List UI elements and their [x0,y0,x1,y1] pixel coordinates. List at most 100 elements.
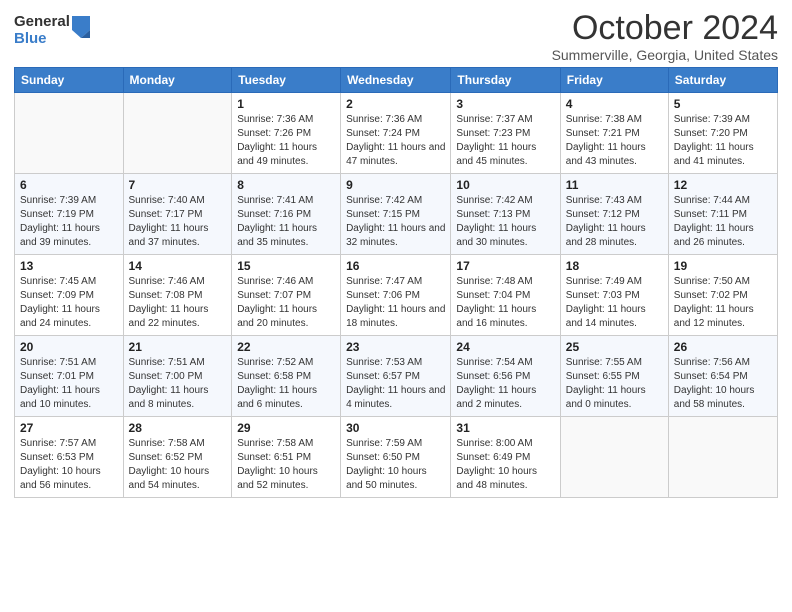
day-info: Sunrise: 8:00 AMSunset: 6:49 PMDaylight:… [456,437,554,493]
day-number: 10 [456,178,554,192]
day-info: Sunrise: 7:44 AMSunset: 7:11 PMDaylight:… [674,194,772,250]
calendar-cell: 19Sunrise: 7:50 AMSunset: 7:02 PMDayligh… [668,255,777,336]
week-row-3: 13Sunrise: 7:45 AMSunset: 7:09 PMDayligh… [15,255,778,336]
day-number: 4 [566,97,663,111]
day-info: Sunrise: 7:58 AMSunset: 6:51 PMDaylight:… [237,437,335,493]
calendar-cell: 26 Sunrise: 7:56 AMSunset: 6:54 PMDayligh… [668,336,777,417]
day-info: Sunrise: 7:39 AMSunset: 7:19 PMDaylight:… [20,194,118,250]
day-info: Sunrise: 7:58 AMSunset: 6:52 PMDaylight:… [129,437,227,493]
day-number: 3 [456,97,554,111]
day-number: 20 [20,340,118,354]
calendar-cell: 15 Sunrise: 7:46 AMSunset: 7:07 PMDayligh… [232,255,341,336]
day-info: Sunrise: 7:37 AMSunset: 7:23 PMDaylight:… [456,113,554,169]
day-number: 26 [674,340,772,354]
day-info: Sunrise: 7:52 AMSunset: 6:58 PMDaylight:… [237,356,335,412]
calendar-cell: 10 Sunrise: 7:42 AMSunset: 7:13 PMDayligh… [451,174,560,255]
week-row-5: 27Sunrise: 7:57 AMSunset: 6:53 PMDayligh… [15,417,778,498]
page-container: General Blue October 2024 Summerville, G… [0,0,792,508]
day-info: Sunrise: 7:36 AMSunset: 7:24 PMDaylight:… [346,113,445,169]
weekday-header-saturday: Saturday [668,68,777,93]
month-title: October 2024 [552,10,778,47]
calendar-cell: 28 Sunrise: 7:58 AMSunset: 6:52 PMDayligh… [123,417,232,498]
day-number: 29 [237,421,335,435]
weekday-header-thursday: Thursday [451,68,560,93]
calendar-cell: 20 Sunrise: 7:51 AMSunset: 7:01 PMDayligh… [15,336,124,417]
day-info: Sunrise: 7:38 AMSunset: 7:21 PMDaylight:… [566,113,663,169]
calendar-cell: 6Sunrise: 7:39 AMSunset: 7:19 PMDaylight… [15,174,124,255]
day-number: 28 [129,421,227,435]
day-number: 1 [237,97,335,111]
calendar-cell: 18Sunrise: 7:49 AMSunset: 7:03 PMDayligh… [560,255,668,336]
day-info: Sunrise: 7:42 AMSunset: 7:15 PMDaylight:… [346,194,445,250]
weekday-header-tuesday: Tuesday [232,68,341,93]
logo-general: General [14,14,70,31]
day-number: 9 [346,178,445,192]
calendar-cell: 23 Sunrise: 7:53 AMSunset: 6:57 PMDayligh… [341,336,451,417]
day-info: Sunrise: 7:57 AMSunset: 6:53 PMDaylight:… [20,437,118,493]
calendar-cell: 1 Sunrise: 7:36 AMSunset: 7:26 PMDaylight… [232,93,341,174]
calendar-cell: 13Sunrise: 7:45 AMSunset: 7:09 PMDayligh… [15,255,124,336]
calendar-cell [668,417,777,498]
day-info: Sunrise: 7:40 AMSunset: 7:17 PMDaylight:… [129,194,227,250]
day-number: 22 [237,340,335,354]
day-number: 13 [20,259,118,273]
calendar-cell: 12 Sunrise: 7:44 AMSunset: 7:11 PMDayligh… [668,174,777,255]
day-info: Sunrise: 7:42 AMSunset: 7:13 PMDaylight:… [456,194,554,250]
day-info: Sunrise: 7:48 AMSunset: 7:04 PMDaylight:… [456,275,554,331]
weekday-header-row: SundayMondayTuesdayWednesdayThursdayFrid… [15,68,778,93]
day-number: 12 [674,178,772,192]
calendar-cell: 30Sunrise: 7:59 AMSunset: 6:50 PMDayligh… [341,417,451,498]
day-number: 23 [346,340,445,354]
day-info: Sunrise: 7:51 AMSunset: 7:00 PMDaylight:… [129,356,227,412]
calendar-cell: 11 Sunrise: 7:43 AMSunset: 7:12 PMDayligh… [560,174,668,255]
day-number: 15 [237,259,335,273]
day-info: Sunrise: 7:53 AMSunset: 6:57 PMDaylight:… [346,356,445,412]
day-number: 16 [346,259,445,273]
day-number: 25 [566,340,663,354]
calendar-cell: 31 Sunrise: 8:00 AMSunset: 6:49 PMDayligh… [451,417,560,498]
day-number: 18 [566,259,663,273]
calendar-cell: 3 Sunrise: 7:37 AMSunset: 7:23 PMDaylight… [451,93,560,174]
day-number: 5 [674,97,772,111]
day-info: Sunrise: 7:55 AMSunset: 6:55 PMDaylight:… [566,356,663,412]
day-info: Sunrise: 7:46 AMSunset: 7:07 PMDaylight:… [237,275,335,331]
calendar-cell: 17 Sunrise: 7:48 AMSunset: 7:04 PMDayligh… [451,255,560,336]
logo-blue: Blue [14,31,70,48]
day-number: 30 [346,421,445,435]
logo-icon [72,16,90,38]
day-number: 17 [456,259,554,273]
header: General Blue October 2024 Summerville, G… [14,10,778,63]
calendar-cell: 29 Sunrise: 7:58 AMSunset: 6:51 PMDayligh… [232,417,341,498]
calendar-cell: 5Sunrise: 7:39 AMSunset: 7:20 PMDaylight… [668,93,777,174]
calendar-cell: 8Sunrise: 7:41 AMSunset: 7:16 PMDaylight… [232,174,341,255]
logo: General Blue [14,14,90,47]
day-info: Sunrise: 7:43 AMSunset: 7:12 PMDaylight:… [566,194,663,250]
calendar-cell: 7 Sunrise: 7:40 AMSunset: 7:17 PMDaylight… [123,174,232,255]
week-row-2: 6Sunrise: 7:39 AMSunset: 7:19 PMDaylight… [15,174,778,255]
day-number: 8 [237,178,335,192]
weekday-header-sunday: Sunday [15,68,124,93]
calendar-table: SundayMondayTuesdayWednesdayThursdayFrid… [14,67,778,498]
calendar-cell: 21Sunrise: 7:51 AMSunset: 7:00 PMDayligh… [123,336,232,417]
day-info: Sunrise: 7:47 AMSunset: 7:06 PMDaylight:… [346,275,445,331]
calendar-cell: 24Sunrise: 7:54 AMSunset: 6:56 PMDayligh… [451,336,560,417]
calendar-cell [15,93,124,174]
weekday-header-friday: Friday [560,68,668,93]
day-number: 14 [129,259,227,273]
day-info: Sunrise: 7:51 AMSunset: 7:01 PMDaylight:… [20,356,118,412]
calendar-cell [560,417,668,498]
day-number: 11 [566,178,663,192]
calendar-cell: 4 Sunrise: 7:38 AMSunset: 7:21 PMDaylight… [560,93,668,174]
day-number: 24 [456,340,554,354]
week-row-1: 1 Sunrise: 7:36 AMSunset: 7:26 PMDaylight… [15,93,778,174]
logo-text: General Blue [14,14,70,47]
day-info: Sunrise: 7:36 AMSunset: 7:26 PMDaylight:… [237,113,335,169]
calendar-cell: 14 Sunrise: 7:46 AMSunset: 7:08 PMDayligh… [123,255,232,336]
day-number: 31 [456,421,554,435]
calendar-cell: 27Sunrise: 7:57 AMSunset: 6:53 PMDayligh… [15,417,124,498]
day-info: Sunrise: 7:46 AMSunset: 7:08 PMDaylight:… [129,275,227,331]
day-number: 7 [129,178,227,192]
day-info: Sunrise: 7:56 AMSunset: 6:54 PMDaylight:… [674,356,772,412]
calendar-cell [123,93,232,174]
location: Summerville, Georgia, United States [552,47,778,63]
